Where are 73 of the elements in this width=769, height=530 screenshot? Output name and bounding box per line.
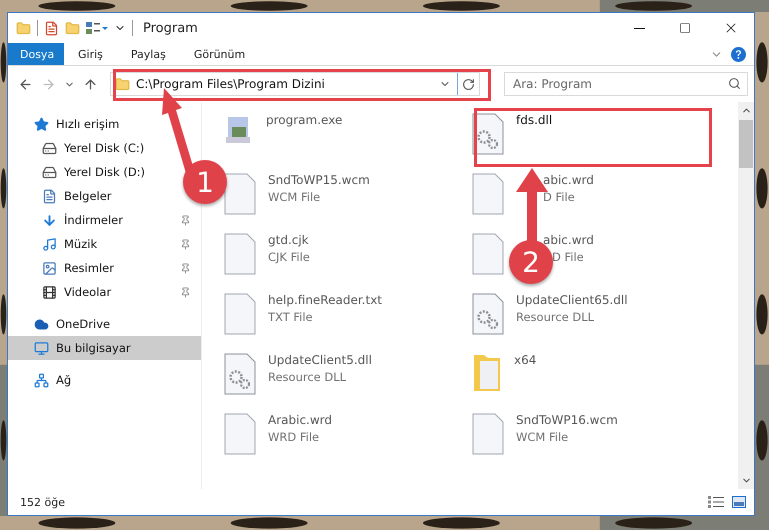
folder-icon — [472, 353, 502, 393]
file-type: CJK File — [268, 250, 310, 264]
search-icon — [728, 77, 741, 90]
star-icon — [34, 116, 49, 132]
folder-icon — [115, 76, 130, 92]
file-name[interactable]: abic.wrd — [543, 173, 594, 187]
ribbon-tab[interactable]: Dosya — [8, 43, 64, 65]
ribbon-tab[interactable]: Paylaş — [116, 43, 180, 65]
details-view-icon[interactable] — [708, 496, 724, 508]
scrollbar-thumb[interactable] — [739, 120, 753, 168]
file-name[interactable]: SndToWP16.wcm — [516, 413, 618, 427]
file-icon — [472, 233, 504, 275]
music-note-icon — [42, 236, 57, 252]
sidebar-item[interactable]: OneDrive — [8, 312, 120, 336]
file-type: D File — [543, 190, 575, 204]
sidebar-item[interactable]: Videolar — [8, 280, 201, 304]
file-type: WCM File — [268, 190, 320, 204]
address-bar[interactable]: C:\Program Files\Program Dizini — [110, 72, 480, 96]
item-count: 152 öğe — [20, 496, 65, 508]
document-icon — [42, 188, 57, 204]
film-icon — [42, 284, 57, 300]
sidebar-item[interactable]: Resimler — [8, 256, 201, 280]
search-field[interactable]: Ara: Program — [504, 72, 748, 96]
file-icon — [224, 173, 256, 215]
file-icon — [224, 293, 256, 335]
sidebar-item[interactable]: Ağ — [8, 368, 82, 392]
back-button[interactable] — [18, 76, 33, 92]
ribbon-tab[interactable]: Görünüm — [180, 43, 260, 65]
properties-icon[interactable] — [44, 20, 59, 36]
picture-icon — [42, 260, 57, 276]
file-name[interactable]: UpdateClient5.dll — [268, 353, 372, 367]
gear-file-icon — [472, 293, 504, 335]
ribbon-tab[interactable]: Giriş — [64, 43, 117, 65]
drive-icon — [42, 140, 57, 156]
network-icon — [34, 372, 49, 388]
cloud-icon — [34, 316, 49, 332]
sidebar-item[interactable]: Belgeler — [8, 184, 122, 208]
download-icon — [42, 212, 57, 228]
file-type: TXT File — [268, 310, 313, 324]
file-type: Resource DLL — [516, 310, 594, 324]
file-type: Resource DLL — [268, 370, 346, 384]
file-name[interactable]: SndToWP15.wcm — [268, 173, 370, 187]
file-icon — [224, 233, 256, 275]
sidebar-item[interactable]: Yerel Disk (D:) — [8, 160, 156, 184]
gear-file-icon — [472, 113, 504, 155]
file-icon — [472, 413, 504, 455]
sidebar-item[interactable]: Bu bilgisayar — [8, 336, 201, 360]
gear-file-icon — [224, 353, 256, 395]
sidebar-item[interactable]: Müzik — [8, 232, 201, 256]
file-name[interactable]: Arabic.wrd — [268, 413, 332, 427]
view-options-icon[interactable] — [86, 21, 108, 35]
sidebar-item[interactable]: Yerel Disk (C:) — [8, 136, 154, 160]
file-icon — [472, 173, 504, 215]
file-name[interactable]: x64 — [514, 353, 536, 367]
up-button[interactable] — [83, 76, 98, 92]
file-type: D File — [552, 250, 584, 264]
maximize-icon — [679, 22, 691, 34]
file-name[interactable]: gtd.cjk — [268, 233, 309, 247]
file-type: WRD File — [268, 430, 320, 444]
large-icons-view-icon[interactable] — [732, 496, 746, 508]
file-name[interactable]: UpdateClient65.dll — [516, 293, 628, 307]
file-name[interactable]: help.fineReader.txt — [268, 293, 382, 307]
refresh-icon — [462, 78, 475, 90]
file-name[interactable]: fds.dll — [516, 113, 552, 127]
file-name[interactable]: program.exe — [266, 113, 342, 127]
sidebar-item[interactable]: İndirmeler — [8, 208, 201, 232]
window-title: Program — [143, 20, 198, 36]
file-icon — [224, 413, 256, 455]
monitor-icon — [34, 340, 49, 356]
file-type: WCM File — [516, 430, 568, 444]
help-icon[interactable] — [731, 46, 746, 62]
drive-icon — [42, 164, 57, 180]
sidebar-item[interactable]: Hızlı erişim — [8, 112, 130, 136]
